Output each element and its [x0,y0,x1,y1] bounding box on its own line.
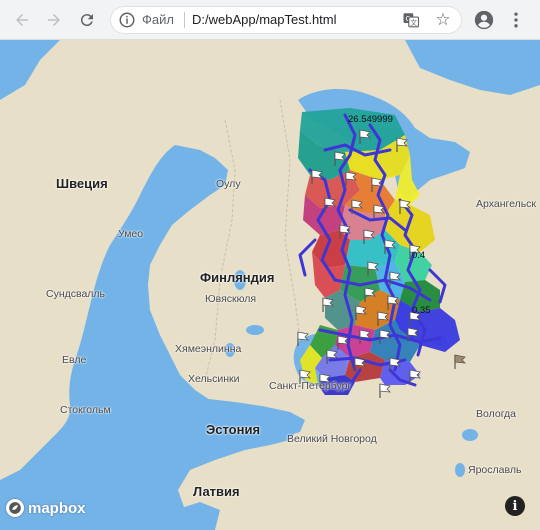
country-label-estonia: Эстония [206,422,261,437]
value-label: 0.4 [412,250,426,261]
city-label-vologda: Вологда [476,408,517,420]
mapbox-logo[interactable]: mapbox [6,497,86,519]
city-label-gavle: Евле [62,354,87,366]
map-canvas[interactable]: Швеция Финляндия Эстония Латвия Оулу Уме… [0,40,540,530]
city-label-arkhangelsk: Архангельск [476,198,537,210]
value-label: 26.549999 [348,114,393,125]
browser-toolbar: Файл D:/webApp/mapTest.html G文 ☆ [0,0,540,40]
mapbox-logo-text: mapbox [28,499,86,517]
forward-button[interactable] [42,8,66,32]
mapbox-logo-icon [6,499,24,517]
bookmark-star-icon[interactable]: ☆ [432,9,454,31]
translate-icon[interactable]: G文 [402,11,420,29]
address-bar[interactable]: Файл D:/webApp/mapTest.html G文 ☆ [110,6,462,34]
city-label-hameenlinna: Хямеэнлинна [175,343,242,355]
city-label-veliky-novgorod: Великий Новгород [287,433,377,445]
browser-window: Файл D:/webApp/mapTest.html G文 ☆ [0,0,540,530]
value-label: 0.35 [412,305,431,316]
reload-button[interactable] [75,8,99,32]
arrow-right-icon [48,14,60,26]
attribution-info-button[interactable]: i [505,496,525,516]
back-button[interactable] [10,8,34,32]
more-vert-icon [514,12,518,28]
info-circle-icon[interactable] [118,11,136,29]
city-label-helsinki: Хельсинки [188,373,240,385]
url-text[interactable]: D:/webApp/mapTest.html [192,12,337,27]
city-label-saint-petersburg: Санкт-Петербург [269,380,352,392]
account-icon [474,10,494,30]
city-label-umea: Умео [118,228,144,240]
site-info-label[interactable]: Файл [142,12,174,27]
city-label-sundsvall: Сундсвалль [46,288,106,300]
profile-button[interactable] [472,8,496,32]
city-label-oulu: Оулу [216,178,241,190]
country-label-latvia: Латвия [193,484,240,499]
city-label-yaroslavl: Ярославль [468,464,522,476]
reload-icon [80,14,93,27]
country-label-finland: Финляндия [200,270,275,285]
address-separator [184,12,185,28]
svg-text:文: 文 [410,18,417,27]
city-label-stockholm: Стокгольм [60,404,111,416]
browser-menu-button[interactable] [504,8,528,32]
city-label-jyvaskyla: Ювяскюля [205,293,257,305]
arrow-left-icon [16,14,28,26]
country-label-sweden: Швеция [56,176,108,191]
map-base-layer [0,40,540,530]
